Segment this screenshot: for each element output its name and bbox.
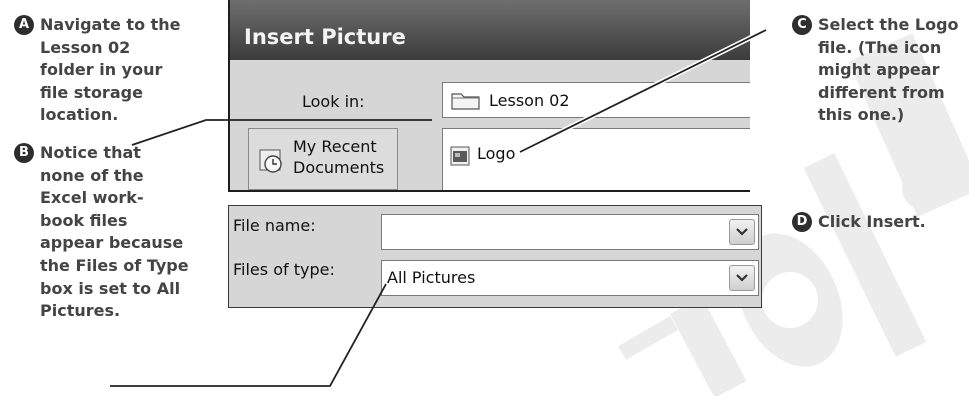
callout-a-line: location.: [40, 105, 119, 125]
dialog-title-bar: Insert Picture: [230, 0, 750, 60]
callout-c: C Select the Logo file. (The icon might …: [792, 14, 968, 127]
callout-c-badge: C: [792, 15, 812, 35]
callout-c-line: Select the Logo: [818, 15, 959, 34]
callout-a-line: Lesson 02: [40, 37, 131, 57]
callout-a-line: folder in your: [40, 60, 163, 80]
recent-documents-icon: [257, 145, 287, 179]
callout-b-line: none of the: [40, 165, 144, 185]
callout-d: D Click Insert.: [792, 211, 968, 234]
file-list: Logo: [442, 128, 750, 190]
file-name-logo: Logo: [477, 144, 516, 163]
file-name-dropdown-button[interactable]: [729, 219, 755, 245]
callout-c-line: different from: [818, 82, 945, 102]
places-my-recent-documents[interactable]: My Recent Documents: [248, 128, 398, 190]
folder-icon: [451, 90, 481, 114]
callout-a-badge: A: [14, 15, 34, 35]
callout-a-line: file storage: [40, 82, 143, 102]
file-name-combo[interactable]: [381, 214, 759, 250]
files-of-type-label: Files of type:: [233, 260, 335, 279]
callout-d-line: Click Insert.: [818, 212, 926, 231]
file-name-label: File name:: [233, 216, 316, 235]
chevron-down-icon: [736, 274, 748, 282]
look-in-value: Lesson 02: [489, 91, 570, 110]
callout-b-line: the Files of Type: [40, 255, 189, 275]
callout-b-line: appear because: [40, 233, 184, 253]
callout-b-line: book files: [40, 210, 128, 230]
insert-picture-dialog: Insert Picture Look in: Lesson 02 My Rec…: [228, 0, 750, 192]
callout-c-line: file. (The icon: [818, 37, 942, 57]
file-name-panel: File name: Files of type: All Pictures: [228, 205, 762, 308]
files-of-type-dropdown-button[interactable]: [729, 265, 755, 291]
files-of-type-value: All Pictures: [387, 268, 476, 287]
look-in-label: Look in:: [302, 92, 365, 111]
callout-a-line: Navigate to the: [40, 15, 181, 34]
callout-b-line: box is set to All: [40, 278, 181, 298]
files-of-type-combo[interactable]: All Pictures: [381, 260, 759, 296]
callout-b-line: Pictures.: [40, 301, 121, 321]
look-in-dropdown[interactable]: Lesson 02: [442, 82, 750, 118]
my-recent-documents-line: Documents: [293, 158, 385, 177]
chevron-down-icon: [736, 228, 748, 236]
picture-file-icon: [449, 145, 471, 171]
callout-d-badge: D: [792, 212, 812, 232]
callout-c-line: might appear: [818, 60, 940, 80]
dialog-title: Insert Picture: [244, 25, 406, 49]
callout-b: B Notice that none of the Excel work- bo…: [14, 142, 200, 323]
callout-b-badge: B: [14, 143, 34, 163]
my-recent-documents-line: My Recent: [293, 137, 377, 156]
callout-c-line: this one.): [818, 105, 905, 125]
callout-b-line: Notice that: [40, 143, 141, 162]
callout-b-line: Excel work-: [40, 188, 144, 208]
my-recent-documents-label: My Recent Documents: [293, 136, 384, 178]
callout-a: A Navigate to the Lesson 02 folder in yo…: [14, 14, 200, 127]
